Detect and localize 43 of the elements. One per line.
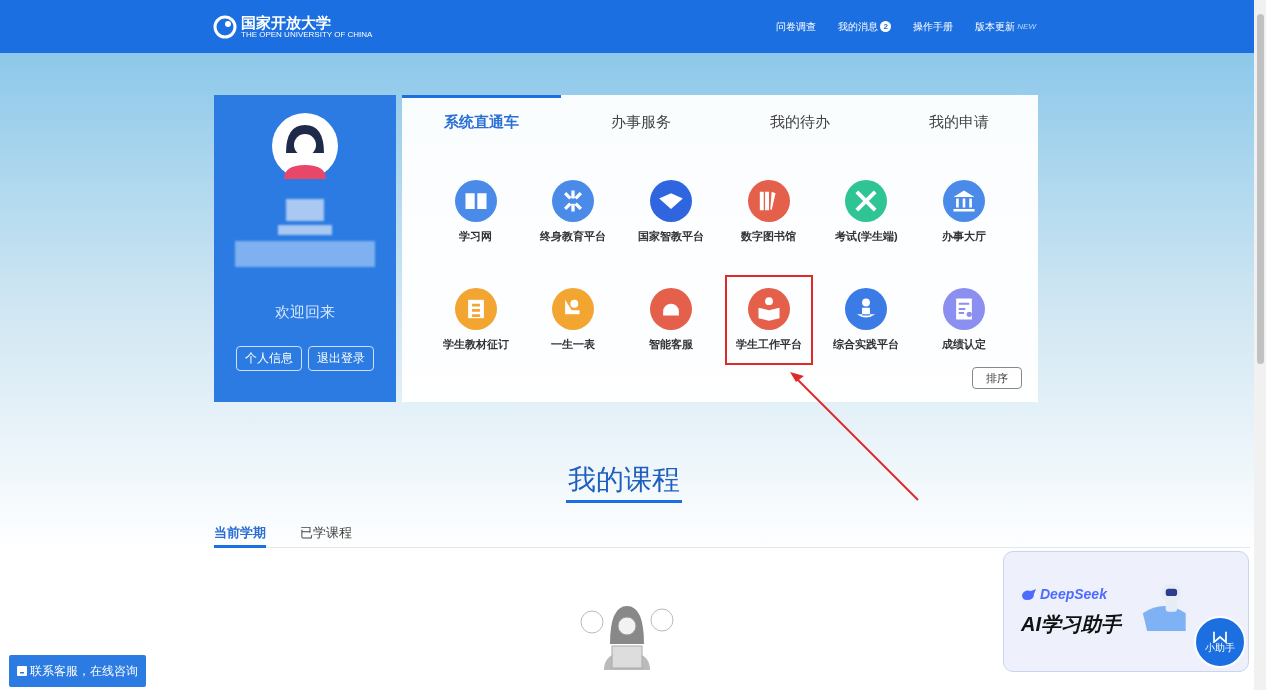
scrollbar[interactable] (1254, 0, 1266, 690)
panel-tab[interactable]: 我的待办 (720, 95, 879, 147)
logo-icon (213, 14, 237, 39)
course-tab[interactable]: 已学课程 (300, 521, 352, 548)
nav-link[interactable]: 版本更新 NEW (975, 19, 1036, 34)
course-tab[interactable]: 当前学期 (214, 521, 266, 548)
app-tile[interactable]: 终身教育平台 (529, 167, 618, 257)
courses-title: 我的课程 (566, 466, 682, 503)
panel-tab[interactable]: 办事服务 (561, 95, 720, 147)
blurred-name (286, 199, 324, 221)
profile-button[interactable]: 退出登录 (308, 345, 374, 371)
app-tile[interactable]: 成绩认定 (920, 275, 1009, 365)
contact-button[interactable]: 联系客服，在线咨询 (9, 655, 146, 687)
app-tile[interactable]: 综合实践平台 (822, 275, 911, 365)
app-tile[interactable]: 学生教材征订 (431, 275, 520, 365)
nav-link[interactable]: 问卷调查 (776, 19, 817, 34)
blurred-id (278, 225, 332, 235)
profile-button[interactable]: 个人信息 (236, 345, 302, 371)
assistant-card[interactable]: DeepSeek AI学习助手 小助手 (1003, 551, 1249, 672)
helper-badge: 小助手 (1194, 616, 1246, 668)
app-tile[interactable]: 学生工作平台 (724, 275, 813, 365)
panel-tab[interactable]: 系统直通车 (402, 95, 561, 147)
welcome-text: 欢迎回来 (275, 302, 335, 322)
new-tag: NEW (1017, 20, 1036, 33)
sort-button[interactable]: 排序 (972, 367, 1022, 389)
app-tile[interactable]: 国家智教平台 (627, 167, 716, 257)
avatar-icon (272, 113, 338, 179)
app-tile[interactable]: 智能客服 (627, 275, 716, 365)
app-tile[interactable]: 考试(学生端) (822, 167, 911, 257)
app-tile[interactable]: 学习网 (431, 167, 520, 257)
logo-subtext: THE OPEN UNIVERSITY OF CHINA (241, 30, 373, 39)
app-tile[interactable]: 数字图书馆 (724, 167, 813, 257)
nav-link[interactable]: 操作手册 (913, 19, 954, 34)
chat-icon (17, 666, 27, 676)
app-tile[interactable]: 一生一表 (529, 275, 618, 365)
deepseek-brand: DeepSeek (1040, 585, 1107, 604)
message-count-badge: 2 (880, 21, 892, 32)
logo-text: 国家开放大学 (241, 14, 331, 30)
assistant-title: AI学习助手 (1021, 612, 1121, 637)
nav-link[interactable]: 我的消息 2 (838, 19, 892, 34)
whale-icon (1021, 588, 1037, 601)
app-tile[interactable]: 办事大厅 (920, 167, 1009, 257)
panel-tab[interactable]: 我的申请 (879, 95, 1038, 147)
